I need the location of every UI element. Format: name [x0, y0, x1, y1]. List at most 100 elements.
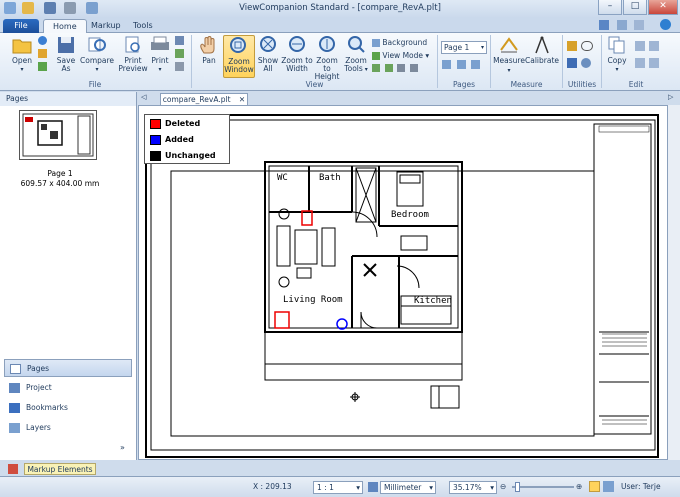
bottom-tab-row: Markup Elements [0, 462, 680, 476]
markup-elements-tab[interactable]: Markup Elements [24, 463, 96, 475]
print-setup-icon[interactable] [175, 36, 184, 45]
unchanged-swatch [150, 151, 161, 161]
measure-icon [500, 37, 518, 53]
document-tab[interactable]: compare_RevA.plt ✕ [160, 93, 248, 105]
thumb-label: Page 1 [47, 169, 73, 178]
room-label-living-room: Living Room [283, 295, 343, 305]
ribbon-toggle-icon[interactable] [634, 20, 644, 30]
vertical-scrollbar[interactable] [668, 105, 680, 460]
close-tab-icon[interactable]: ✕ [239, 95, 245, 104]
rotate-left-icon[interactable] [372, 64, 380, 72]
zoom-slider-thumb[interactable] [515, 482, 520, 492]
page-select[interactable]: Page 1 ▾ [441, 41, 487, 54]
compare-icon [88, 37, 106, 52]
nav-layers[interactable]: Layers [4, 419, 132, 437]
scale-select[interactable]: 1 : 1 ▾ [313, 481, 363, 494]
next-page-icon[interactable] [471, 60, 481, 69]
view-group-label: View [305, 80, 324, 89]
batch-print-icon[interactable] [175, 49, 184, 58]
print-preview-button[interactable]: Print Preview [117, 35, 149, 73]
unit-icon [368, 482, 378, 492]
zoom-to-width-button[interactable]: Zoom to Width [281, 35, 313, 73]
reload-icon[interactable] [38, 49, 47, 58]
show-all-icon [260, 36, 276, 52]
first-page-icon[interactable] [442, 60, 451, 69]
minimize-button[interactable]: – [598, 0, 622, 15]
nav-project[interactable]: Project [4, 379, 132, 397]
tools-icon[interactable] [567, 58, 577, 68]
background-button[interactable]: Background [372, 38, 436, 49]
zoom-to-height-button[interactable]: Zoom to Height [313, 35, 341, 81]
zoom-window-button[interactable]: Zoom Window [223, 35, 255, 78]
user-label: User: Terje [621, 482, 661, 491]
zoom-tools-icon [348, 36, 365, 53]
file-small-icons [38, 36, 48, 76]
pages-panel-header: Pages [0, 92, 136, 106]
utilities-group-label: Utilities [567, 80, 597, 89]
nav-bookmarks[interactable]: Bookmarks [4, 399, 132, 417]
settings-icon[interactable] [175, 62, 184, 71]
brush-icon[interactable] [567, 41, 577, 51]
zoom-in-icon[interactable]: ⊕ [576, 477, 582, 497]
navigation-panel: Pages Project Bookmarks Layers » [4, 355, 132, 460]
zoom-slider[interactable] [512, 486, 574, 488]
recent-icon[interactable] [38, 62, 47, 71]
view-mode-button[interactable]: View Mode ▾ [372, 51, 436, 62]
calibrate-button[interactable]: Calibrate [525, 35, 559, 65]
mirror-icon[interactable] [397, 64, 406, 72]
save-as-button[interactable]: Save As [52, 35, 80, 73]
maximize-button[interactable]: □ [623, 0, 647, 15]
ribbon-panel-icon[interactable] [617, 20, 627, 30]
unit-select[interactable]: Millimeter ▾ [380, 481, 436, 494]
zoom-out-icon[interactable]: ⊖ [500, 477, 506, 497]
close-button[interactable]: ✕ [648, 0, 678, 15]
ribbon-layout-icon[interactable] [599, 20, 609, 30]
room-label-bedroom: Bedroom [391, 210, 429, 220]
pan-button[interactable]: Pan [196, 35, 222, 65]
rotate-right-icon[interactable] [384, 64, 393, 72]
measure-button[interactable]: Measure ▾ [493, 35, 525, 75]
zoom-window-icon [230, 37, 246, 53]
help-icon[interactable] [660, 19, 671, 30]
select-icon[interactable] [649, 41, 659, 51]
thumb-size: 609.57 x 404.00 mm [20, 179, 100, 188]
print-button[interactable]: Print ▾ [149, 35, 171, 74]
tab-scroll-right-icon[interactable]: ▷ [668, 93, 673, 101]
window-title: ViewCompanion Standard - [compare_RevA.p… [239, 3, 441, 13]
glasses-icon[interactable] [581, 41, 593, 51]
hand-icon [200, 36, 215, 54]
tab-file[interactable]: File [3, 19, 39, 33]
compare-button[interactable]: Compare ▾ [80, 35, 114, 74]
ribbon: Open ▾ Save As Compare ▾ Print Preview Pri… [0, 33, 680, 91]
page-thumbnail[interactable] [19, 110, 97, 160]
zoom-tools-button[interactable]: Zoom Tools ▾ [342, 35, 370, 74]
flip-icon[interactable] [409, 64, 418, 72]
thumbnail-drawing [22, 113, 94, 157]
tab-markup[interactable]: Markup [82, 19, 130, 33]
tab-home[interactable]: Home [43, 19, 87, 33]
show-all-button[interactable]: Show All [256, 35, 280, 73]
copy-button[interactable]: Copy ▾ [604, 35, 630, 74]
find-next-icon[interactable] [635, 58, 645, 68]
select-all-icon[interactable] [649, 58, 659, 68]
snap-icon[interactable] [589, 481, 600, 492]
prev-page-icon[interactable] [456, 60, 466, 69]
view-mode-icon [372, 52, 380, 60]
expand-chevron-icon[interactable]: » [120, 443, 125, 452]
tab-scroll-left-icon[interactable]: ◁ [141, 93, 146, 101]
ribbon-tab-row: File Home Markup Tools [0, 18, 680, 33]
pages-icon [10, 364, 21, 374]
info-icon[interactable] [38, 36, 47, 45]
nav-pages[interactable]: Pages [4, 359, 132, 377]
compare-legend: Deleted Added Unchanged [144, 114, 230, 164]
bookmarks-icon [9, 403, 20, 413]
pages-group-label: Pages [452, 80, 476, 89]
search-icon[interactable] [581, 58, 591, 68]
printer-icon [151, 36, 169, 50]
tab-tools[interactable]: Tools [124, 19, 162, 33]
markup-elements-icon [8, 464, 18, 474]
zoom-select[interactable]: 35.17% ▾ [449, 481, 497, 494]
open-button[interactable]: Open ▾ [6, 35, 38, 74]
find-icon[interactable] [635, 41, 645, 51]
grid-icon[interactable] [603, 481, 614, 492]
